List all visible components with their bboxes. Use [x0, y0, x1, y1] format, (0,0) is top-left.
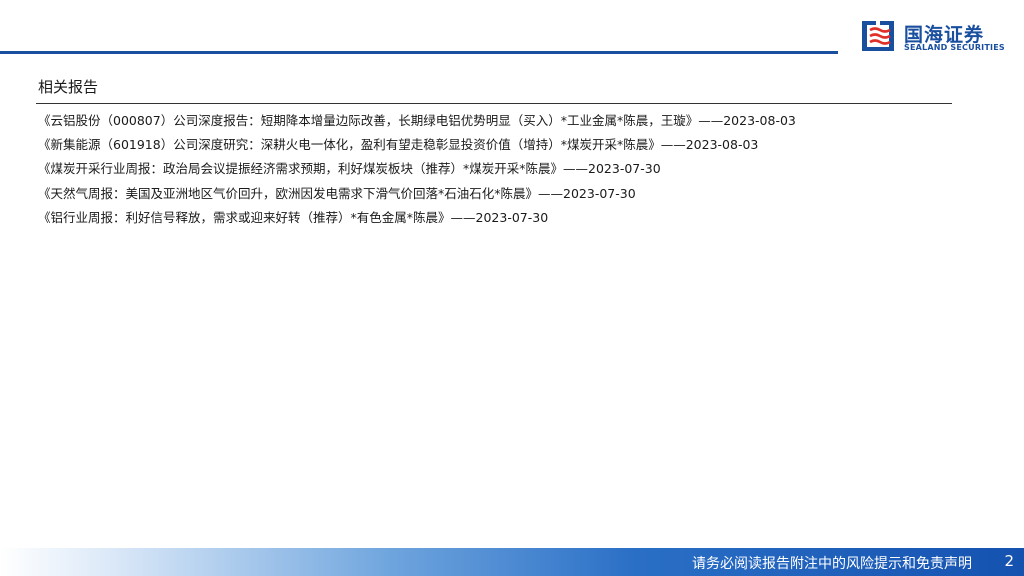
footer-bar: 请务必阅读报告附注中的风险提示和免责声明 2 — [0, 548, 1024, 576]
report-item: 《天然气周报：美国及亚洲地区气价回升，欧洲因发电需求下滑气价回落*石油石化*陈晨… — [38, 185, 636, 201]
disclaimer-text: 请务必阅读报告附注中的风险提示和免责声明 — [692, 556, 972, 572]
report-item: 《铝行业周报：利好信号释放，需求或迎来好转（推荐）*有色金属*陈晨》——2023… — [38, 209, 549, 225]
report-item: 《新集能源（601918）公司深度研究：深耕火电一体化，盈利有望走稳彰显投资价值… — [38, 137, 759, 153]
related-reports-list: 《云铝股份（000807）公司深度报告：短期降本增量边际改善，长期绿电铝优势明显… — [38, 109, 796, 230]
company-logo: 国海证券 SEALAND SECURITIES — [860, 18, 1010, 58]
report-item: 《云铝股份（000807）公司深度报告：短期降本增量边际改善，长期绿电铝优势明显… — [38, 113, 796, 128]
sealand-logo-icon — [862, 21, 894, 51]
section-title: 相关报告 — [38, 78, 99, 96]
logo-english-name: SEALAND SECURITIES — [904, 43, 1005, 52]
page-number: 2 — [1004, 552, 1014, 570]
report-item: 《煤炭开采行业周报：政治局会议提振经济需求预期，利好煤炭板块（推荐）*煤炭开采*… — [38, 161, 661, 177]
section-divider — [36, 103, 952, 104]
header-rule — [0, 51, 838, 54]
